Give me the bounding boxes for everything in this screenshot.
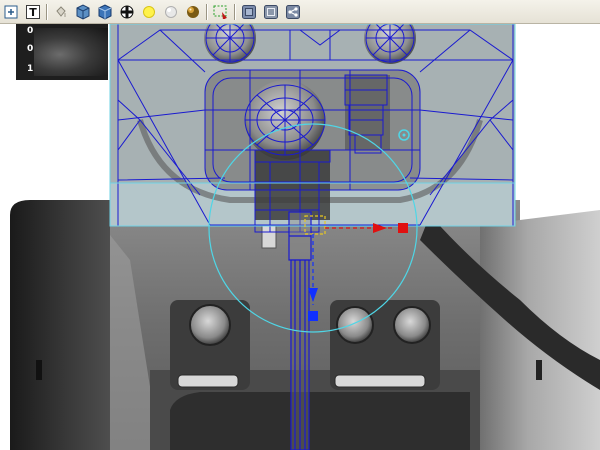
- cube-textured-icon[interactable]: [96, 3, 114, 21]
- light-bulb-icon[interactable]: [140, 3, 158, 21]
- region-select-icon[interactable]: [212, 3, 230, 21]
- y-axis-scale-handle: [308, 311, 318, 321]
- texture-thumbnail[interactable]: 0 0 1: [16, 24, 108, 80]
- grid-box-icon[interactable]: [262, 3, 280, 21]
- cube-view-icon[interactable]: [74, 3, 92, 21]
- 3d-editor-window: T 0 0 1: [0, 0, 600, 450]
- view-all-icon[interactable]: [2, 3, 20, 21]
- checker-sphere-icon[interactable]: [118, 3, 136, 21]
- text-tool-icon: T: [26, 4, 40, 19]
- thumbnail-label: 0: [27, 44, 34, 54]
- text-tool-label: T: [29, 6, 37, 19]
- toolbar: T: [0, 0, 600, 24]
- toolbar-separator: [234, 3, 236, 20]
- shaded-sphere-icon[interactable]: [184, 3, 202, 21]
- x-axis-scale-handle: [398, 223, 408, 233]
- toolbar-separator: [206, 3, 208, 20]
- text-tool-button[interactable]: T: [24, 3, 42, 21]
- paint-bucket-icon[interactable]: [52, 3, 70, 21]
- thumbnail-label: 1: [27, 64, 34, 74]
- thumbnail-label: 0: [27, 26, 34, 36]
- gizmo-handle-center: [402, 133, 406, 137]
- scene-canvas: [10, 24, 600, 450]
- model-panel-overlay: [110, 24, 515, 249]
- white-sphere-icon[interactable]: [162, 3, 180, 21]
- 3d-viewport[interactable]: [0, 24, 600, 450]
- box-object-icon[interactable]: [240, 3, 258, 21]
- toolbar-separator: [46, 3, 48, 20]
- thumbnail-image: [34, 28, 108, 76]
- share-node-icon[interactable]: [284, 3, 302, 21]
